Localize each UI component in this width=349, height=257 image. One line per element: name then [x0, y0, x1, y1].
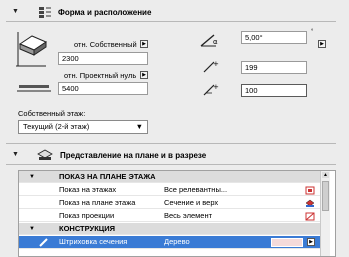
collapse-triangle-icon[interactable]: ▼	[12, 8, 19, 15]
angle-input[interactable]: 5,00°	[241, 31, 307, 44]
scroll-thumb[interactable]	[322, 181, 329, 211]
grid-section-label: ПОКАЗ НА ПЛАНЕ ЭТАЖА	[59, 172, 156, 181]
grid-row-value: Дерево	[164, 237, 190, 246]
section-title-shape-placement: Форма и расположение	[58, 8, 152, 17]
svg-text:α: α	[213, 38, 218, 46]
divider	[6, 21, 336, 22]
story-select[interactable]: Текущий (2-й этаж) ▼	[18, 120, 148, 134]
divider	[6, 143, 336, 144]
grid-row-value: Все релевантны...	[164, 185, 228, 194]
rel-proj-input[interactable]: 5400	[58, 82, 148, 95]
grid-row-name: Показ на этажах	[59, 185, 117, 194]
svg-text:+: +	[213, 60, 219, 68]
grid-row-name: Показ проекции	[59, 211, 115, 220]
scrollbar[interactable]: ▲	[320, 171, 330, 256]
rel-own-input[interactable]: 2300	[58, 52, 148, 65]
table-row[interactable]: Показ на этажах Все релевантны...	[19, 184, 321, 196]
grid-section-row[interactable]: ▼ КОНСТРУКЦИЯ	[19, 223, 321, 235]
slope-angle-icon: α	[200, 33, 220, 47]
rel-own-label: отн. Собственный	[74, 40, 137, 49]
height-icon: +	[202, 59, 220, 73]
collapse-triangle-icon[interactable]: ▼	[12, 151, 19, 158]
collapse-triangle-icon[interactable]: ▼	[29, 223, 35, 235]
collapse-triangle-icon[interactable]: ▼	[29, 171, 35, 183]
grid-row-name: Штриховка сечения	[59, 237, 128, 246]
rel-own-dropdown-icon[interactable]: ▶	[140, 40, 148, 48]
divider	[6, 164, 336, 165]
angle-unit-icon: °	[311, 29, 314, 35]
hatch-dropdown-icon[interactable]: ▶	[307, 238, 315, 246]
shape-placement-icon	[38, 6, 52, 19]
table-row[interactable]: Показ проекции Весь элемент	[19, 210, 321, 222]
rel-proj-dropdown-icon[interactable]: ▶	[140, 71, 148, 79]
pencil-icon	[39, 238, 49, 251]
scroll-up-icon[interactable]: ▲	[322, 172, 329, 178]
svg-text:+: +	[213, 83, 219, 91]
depth-input[interactable]: 100	[241, 84, 307, 97]
property-grid: ▼ ПОКАЗ НА ПЛАНЕ ЭТАЖА Показ на этажах В…	[18, 170, 336, 257]
rel-proj-label: отн. Проектный нуль	[64, 71, 137, 80]
hatch-swatch[interactable]	[271, 238, 303, 247]
grid-section-label: КОНСТРУКЦИЯ	[59, 224, 116, 233]
height-input[interactable]: 199	[241, 61, 307, 74]
grid-row-value: Весь элемент	[164, 211, 213, 220]
story-label: Собственный этаж:	[18, 109, 86, 118]
story-select-value: Текущий (2-й этаж)	[23, 122, 90, 131]
slab-elevation-icon	[16, 30, 50, 70]
grid-row-name: Показ на плане этажа	[59, 198, 136, 207]
chevron-down-icon: ▼	[135, 122, 143, 131]
project-zero-icon	[17, 84, 51, 94]
grid-row-value: Сечение и верх	[164, 198, 219, 207]
section-title-plan-section: Представление на плане и в разрезе	[60, 151, 207, 160]
table-row[interactable]: Штриховка сечения Дерево ▶	[19, 236, 321, 249]
depth-icon: +	[202, 82, 220, 96]
angle-dropdown-icon[interactable]: ▶	[318, 40, 326, 48]
table-row[interactable]: Показ на плане этажа Сечение и верх	[19, 197, 321, 209]
grid-section-row[interactable]: ▼ ПОКАЗ НА ПЛАНЕ ЭТАЖА	[19, 171, 321, 183]
plan-section-icon	[36, 148, 54, 162]
